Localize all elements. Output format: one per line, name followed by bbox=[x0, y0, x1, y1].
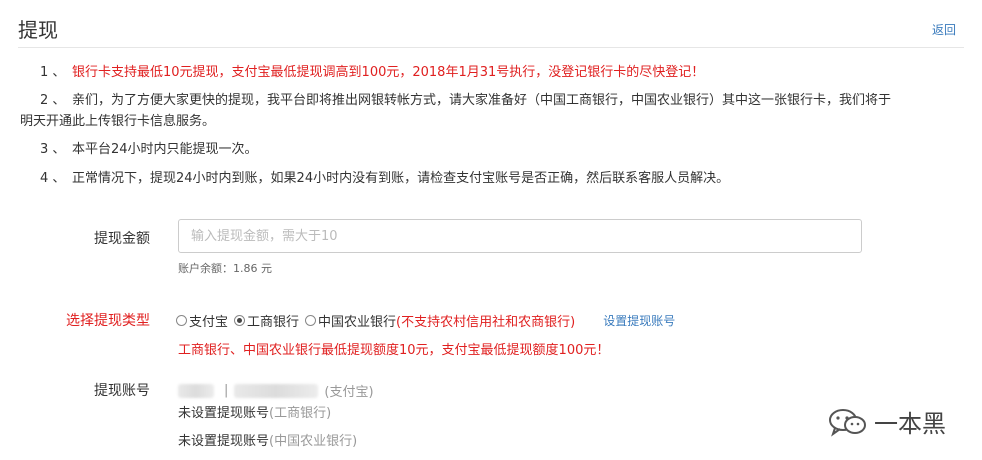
page-title: 提现 bbox=[18, 18, 58, 42]
account-row-alipay: | (支付宝) bbox=[178, 381, 374, 400]
header-divider bbox=[18, 47, 964, 48]
notice-text: 明天开通此上传银行卡信息服务。 bbox=[20, 114, 216, 129]
account-label: 提现账号 bbox=[94, 383, 150, 399]
radio-circle-icon bbox=[176, 315, 187, 326]
type-hint: (不支持农村信用社和农商银行) bbox=[396, 315, 576, 330]
amount-label: 提现金额 bbox=[94, 231, 150, 247]
account-type: (工商银行) bbox=[269, 406, 332, 421]
account-row-icbc: 未设置提现账号 (工商银行) bbox=[178, 402, 331, 421]
masked-account bbox=[234, 383, 319, 398]
notice-number: 1 、 bbox=[40, 65, 66, 80]
notice-number: 4 、 bbox=[40, 171, 66, 186]
type-warning: 工商银行、中国农业银行最低提现额度10元，支付宝最低提现额度100元！ bbox=[178, 343, 610, 358]
account-status: 未设置提现账号 bbox=[178, 406, 270, 421]
type-radio-group: 支付宝 工商银行 中国农业银行 (不支持农村信用社和农商银行) 设置提现账号 bbox=[176, 311, 675, 330]
notice-text: 银行卡支持最低10元提现，支付宝最低提现调高到100元，2018年1月31号执行… bbox=[72, 65, 705, 80]
balance-text: 账户余额：1.86 元 bbox=[178, 262, 272, 275]
radio-checked-icon bbox=[234, 315, 246, 326]
radio-label: 支付宝 bbox=[189, 315, 229, 330]
masked-account bbox=[178, 383, 214, 398]
notice-item: 1 、银行卡支持最低10元提现，支付宝最低提现调高到100元，2018年1月31… bbox=[40, 63, 966, 83]
radio-circle-icon bbox=[305, 315, 317, 326]
back-link[interactable]: 返回 bbox=[932, 21, 956, 38]
notice-text: 亲们，为了方便大家更快的提现，我平台即将推出网银转帐方式，请大家准备好（中国工商… bbox=[72, 93, 892, 108]
notice-text: 正常情况下，提现24小时内到账，如果24小时内没有到账，请检查支付宝账号是否正确… bbox=[72, 171, 730, 186]
notice-item: 3 、本平台24小时内只能提现一次。 bbox=[40, 140, 966, 160]
notice-number: 2 、 bbox=[40, 93, 66, 108]
wechat-icon bbox=[829, 408, 866, 437]
notice-item: 4 、正常情况下，提现24小时内到账，如果24小时内没有到账，请检查支付宝账号是… bbox=[40, 169, 966, 189]
notice-text: 本平台24小时内只能提现一次。 bbox=[72, 142, 258, 157]
amount-input[interactable] bbox=[178, 219, 862, 253]
watermark: 一本黑 bbox=[828, 404, 946, 439]
notice-item-continued: 明天开通此上传银行卡信息服务。 bbox=[20, 112, 946, 132]
account-row-abc: 未设置提现账号 (中国农业银行) bbox=[178, 430, 357, 449]
set-account-link[interactable]: 设置提现账号 bbox=[603, 312, 675, 329]
watermark-text: 一本黑 bbox=[874, 410, 946, 438]
radio-label: 中国农业银行 bbox=[318, 315, 397, 330]
radio-alipay[interactable]: 支付宝 bbox=[176, 311, 228, 330]
notice-item: 2 、亲们，为了方便大家更快的提现，我平台即将推出网银转帐方式，请大家准备好（中… bbox=[40, 91, 966, 111]
page-header: 提现 返回 bbox=[0, 0, 982, 50]
radio-label: 工商银行 bbox=[247, 315, 300, 330]
type-label: 选择提现类型 bbox=[66, 313, 150, 329]
notice-number: 3 、 bbox=[40, 142, 66, 157]
account-type: (中国农业银行) bbox=[269, 434, 358, 449]
account-separator: | bbox=[224, 383, 229, 398]
radio-abc[interactable]: 中国农业银行 bbox=[305, 311, 396, 330]
account-status: 未设置提现账号 bbox=[178, 434, 270, 449]
account-type: (支付宝) bbox=[324, 385, 374, 400]
radio-icbc[interactable]: 工商银行 bbox=[234, 311, 299, 330]
